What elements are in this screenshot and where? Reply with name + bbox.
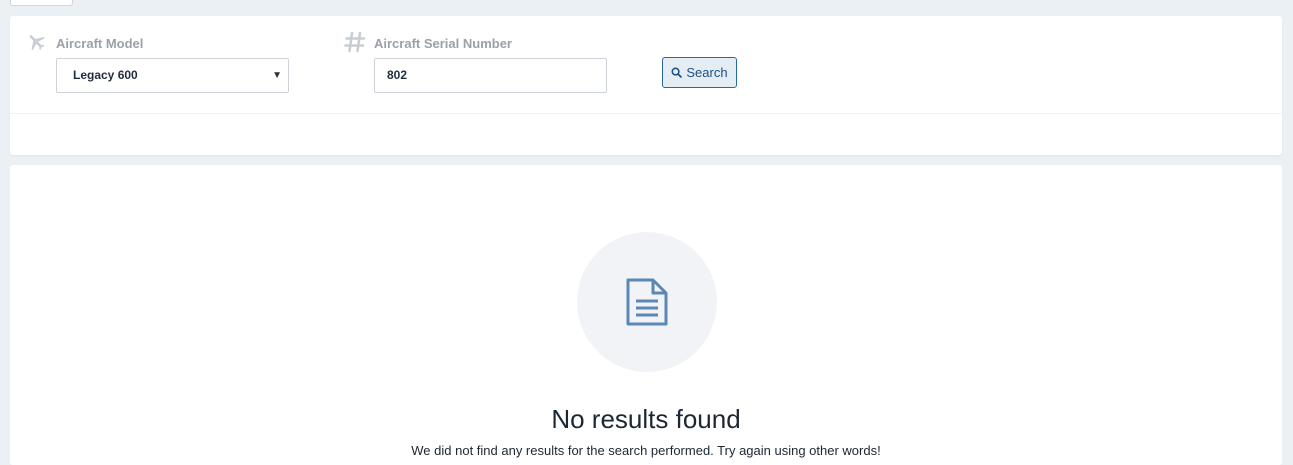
no-results-title: No results found <box>551 404 741 434</box>
search-button[interactable]: Search <box>662 57 737 88</box>
aircraft-serial-number-label: Aircraft Serial Number <box>374 36 512 51</box>
empty-state-illustration <box>577 232 717 372</box>
aircraft-model-label: Aircraft Model <box>56 36 144 51</box>
aircraft-model-select[interactable]: Legacy 600 ▼ <box>56 58 289 93</box>
search-filter-panel: Aircraft Model Legacy 600 ▼ Aircraft Ser… <box>10 16 1282 155</box>
document-icon <box>625 277 669 327</box>
dropdown-caret-icon: ▼ <box>272 70 282 81</box>
hash-icon <box>344 31 366 53</box>
results-panel: No results found We did not find any res… <box>10 165 1282 465</box>
top-tab-button[interactable] <box>10 0 73 6</box>
aircraft-serial-number-input[interactable]: 802 <box>374 58 607 93</box>
panel-divider <box>10 113 1282 114</box>
search-button-label: Search <box>686 65 728 80</box>
aircraft-model-selected-value: Legacy 600 <box>73 68 138 82</box>
plane-icon <box>26 31 47 52</box>
search-icon <box>671 67 683 78</box>
